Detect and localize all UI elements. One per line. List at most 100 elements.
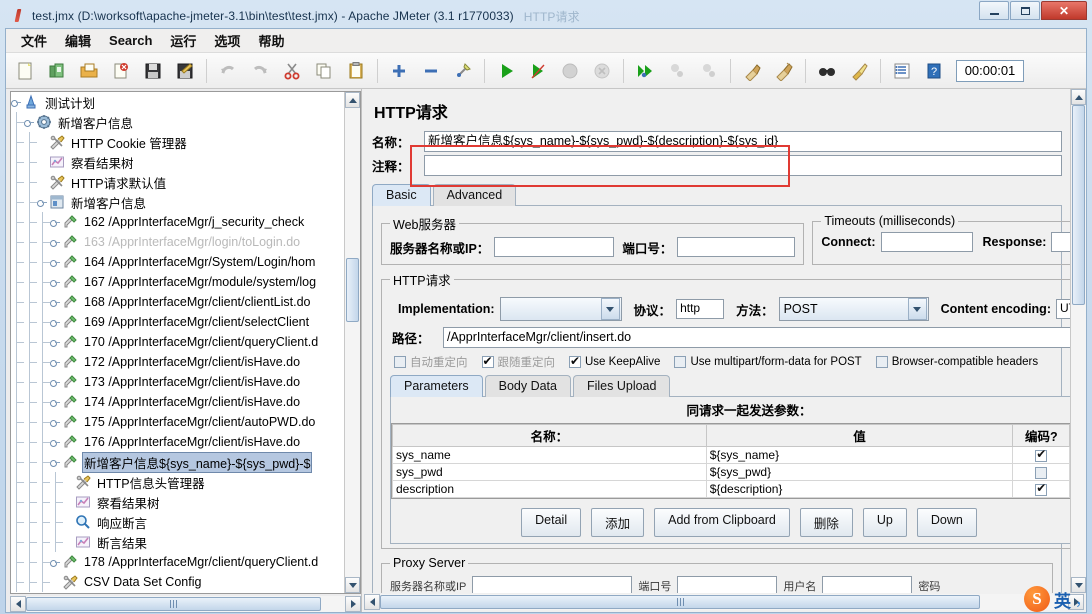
sogou-logo-icon[interactable]: S [1023, 586, 1050, 612]
cell-encode[interactable] [1012, 480, 1070, 498]
tree-expand-toggle-icon[interactable] [50, 317, 61, 328]
paste-icon[interactable] [341, 56, 371, 86]
proxy-user-input[interactable] [822, 576, 913, 593]
tree-node[interactable]: 175 /ApprInterfaceMgr/client/autoPWD.do [11, 412, 344, 432]
chevron-down-icon[interactable] [600, 298, 620, 320]
table-row[interactable]: sys_name ${sys_name} [392, 446, 1070, 464]
tab-advanced[interactable]: Advanced [432, 184, 517, 206]
connect-input[interactable] [880, 232, 973, 252]
start-icon[interactable] [491, 56, 521, 86]
tree-expand-toggle-icon[interactable] [50, 297, 61, 308]
panel-hscroll-thumb[interactable] [380, 595, 980, 609]
checkbox-option[interactable]: Browser-compatible headers [875, 356, 1038, 368]
tree-node[interactable]: 163 /ApprInterfaceMgr/login/toLogin.do [11, 232, 344, 252]
tree-node[interactable]: 工作台 [11, 592, 344, 593]
up-button[interactable]: Up [862, 508, 907, 537]
tree-node[interactable]: 断言结果 [11, 532, 344, 552]
method-select[interactable]: POST [778, 297, 929, 321]
collapse-all-icon[interactable] [416, 56, 446, 86]
tree-expand-toggle-icon[interactable] [50, 437, 61, 448]
tree-scroll-right-button[interactable] [345, 596, 361, 612]
panel-scroll-track[interactable] [1071, 105, 1086, 577]
minimize-button[interactable] [979, 1, 1009, 20]
tab-files-upload[interactable]: Files Upload [572, 375, 671, 397]
tree-expand-toggle-icon[interactable] [50, 377, 61, 388]
toggle-icon[interactable] [448, 56, 478, 86]
tree-node[interactable]: 168 /ApprInterfaceMgr/client/clientList.… [11, 292, 344, 312]
cell-encode[interactable] [1012, 463, 1070, 481]
clear-icon[interactable] [737, 56, 767, 86]
content-encoding-input[interactable]: UTF-8 [1055, 299, 1070, 319]
reset-search-icon[interactable] [844, 56, 874, 86]
tree-expand-toggle-icon[interactable] [50, 237, 61, 248]
tree-expand-toggle-icon[interactable] [11, 97, 22, 108]
protocol-input[interactable]: http [676, 299, 725, 319]
tab-body-data[interactable]: Body Data [484, 375, 571, 397]
menu-run[interactable]: 运行 [161, 28, 205, 53]
checkbox-option[interactable]: Use multipart/form-data for POST [674, 356, 862, 368]
table-row[interactable]: description ${description} [392, 480, 1070, 498]
comment-input[interactable] [424, 155, 1062, 176]
save-as-icon[interactable] [170, 56, 200, 86]
tree-node[interactable]: 响应断言 [11, 512, 344, 532]
tree-node[interactable]: 察看结果树 [11, 152, 344, 172]
tree-expand-toggle-icon[interactable] [50, 457, 61, 468]
proxy-server-input[interactable] [472, 576, 633, 593]
start-no-pause-icon[interactable] [523, 56, 553, 86]
tree-scroll-down-button[interactable] [345, 577, 360, 593]
tree-node[interactable]: HTTP Cookie 管理器 [11, 132, 344, 152]
tree-expand-toggle-icon[interactable] [50, 417, 61, 428]
cut-icon[interactable] [277, 56, 307, 86]
ime-punctuation-toggle[interactable]: ， [1075, 589, 1090, 610]
delete-button[interactable]: 删除 [799, 508, 853, 537]
help-icon[interactable]: ? [919, 56, 949, 86]
tree-hscroll-thumb[interactable] [26, 597, 321, 611]
panel-scroll-thumb[interactable] [1072, 105, 1085, 305]
tree-scroll-area[interactable]: 测试计划 新增客户信息 HTTP Cookie 管理器 察看结果树 HTTP请求默认值新… [11, 92, 344, 593]
tree-expand-toggle-icon[interactable] [50, 397, 61, 408]
encode-checkbox[interactable] [1035, 481, 1048, 496]
panel-scroll-up-button[interactable] [1071, 89, 1086, 105]
cell-encode[interactable] [1012, 446, 1070, 464]
save-icon[interactable] [138, 56, 168, 86]
clear-all-icon[interactable] [769, 56, 799, 86]
tree-scroll-track[interactable] [345, 108, 360, 577]
cell-name[interactable]: sys_name [392, 446, 707, 464]
tree-node[interactable]: 173 /ApprInterfaceMgr/client/isHave.do [11, 372, 344, 392]
tree-node[interactable]: 167 /ApprInterfaceMgr/module/system/log [11, 272, 344, 292]
checkbox-box[interactable] [569, 354, 581, 368]
col-value[interactable]: 值 [705, 424, 1014, 447]
menu-edit[interactable]: 编辑 [56, 28, 100, 53]
tree-hscroll-track[interactable] [26, 596, 345, 612]
tree-scroll-left-button[interactable] [10, 596, 26, 612]
tree-expand-toggle-icon[interactable] [50, 277, 61, 288]
menu-search[interactable]: Search [100, 30, 161, 51]
tree-node[interactable]: 170 /ApprInterfaceMgr/client/queryClient… [11, 332, 344, 352]
test-plan-tree[interactable]: 测试计划 新增客户信息 HTTP Cookie 管理器 察看结果树 HTTP请求默认值新… [10, 91, 361, 594]
tree-node[interactable]: 178 /ApprInterfaceMgr/client/queryClient… [11, 552, 344, 572]
menu-file[interactable]: 文件 [12, 28, 56, 53]
port-input[interactable] [677, 237, 796, 257]
server-name-input[interactable] [494, 237, 615, 257]
open-icon[interactable] [74, 56, 104, 86]
tree-expand-toggle-icon[interactable] [37, 197, 48, 208]
tree-vertical-scrollbar[interactable] [344, 92, 360, 593]
col-encode[interactable]: 编码? [1012, 424, 1070, 447]
menu-help[interactable]: 帮助 [249, 28, 293, 53]
tree-expand-toggle-icon[interactable] [24, 117, 35, 128]
tree-node[interactable]: 新增客户信息${sys_name}-${sys_pwd}-$ [11, 451, 344, 473]
tree-node[interactable]: 新增客户信息 [11, 192, 344, 212]
tree-expand-toggle-icon[interactable] [50, 217, 61, 228]
function-helper-icon[interactable] [887, 56, 917, 86]
tree-scroll-up-button[interactable] [345, 92, 360, 108]
tab-basic[interactable]: Basic [372, 184, 431, 206]
remote-start-all-icon[interactable] [630, 56, 660, 86]
down-button[interactable]: Down [916, 508, 977, 537]
tree-scroll-thumb[interactable] [346, 258, 359, 322]
add-button[interactable]: 添加 [591, 508, 645, 537]
response-input[interactable] [1051, 232, 1070, 252]
encode-checkbox[interactable] [1035, 447, 1048, 462]
tree-node[interactable]: 176 /ApprInterfaceMgr/client/isHave.do [11, 432, 344, 452]
checkbox-box[interactable] [875, 356, 888, 368]
panel-vertical-scrollbar[interactable] [1070, 89, 1086, 593]
